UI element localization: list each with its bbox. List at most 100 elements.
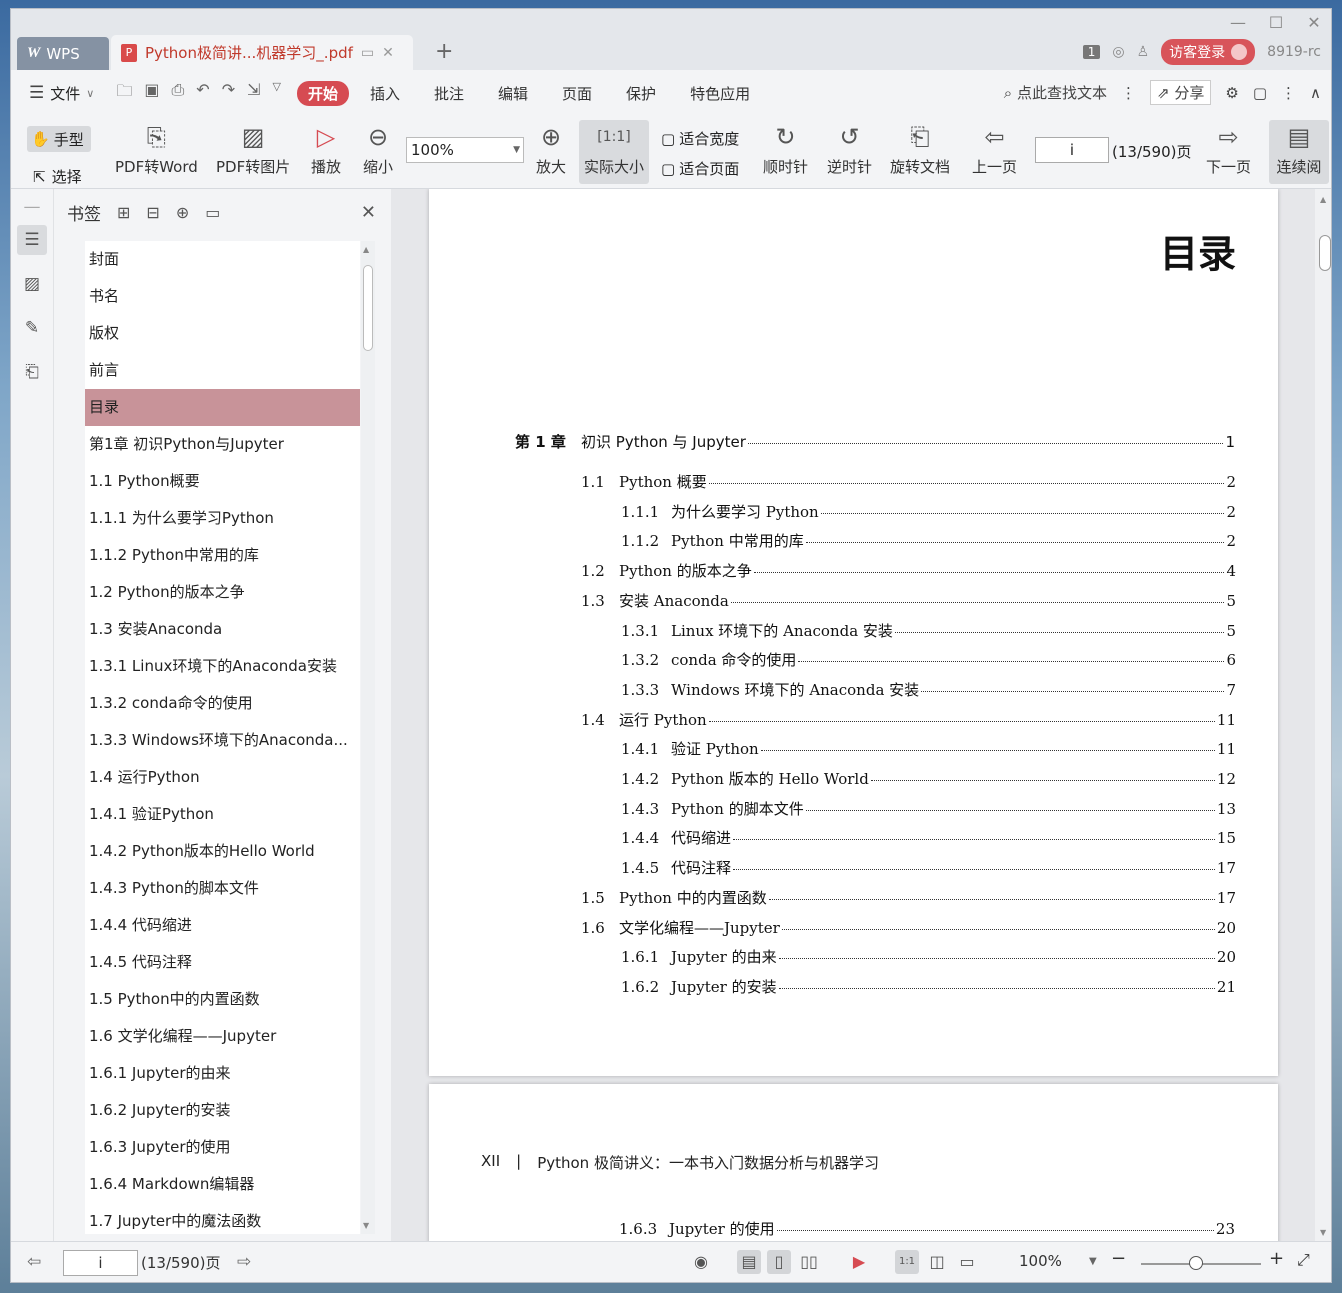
- zoom-plus-icon[interactable]: +: [1269, 1248, 1284, 1269]
- pdf-to-image-button[interactable]: ▨ PDF转图片: [216, 120, 290, 177]
- annotation-pen-icon[interactable]: ✎: [17, 313, 47, 343]
- close-window-icon[interactable]: ✕: [1305, 13, 1323, 32]
- open-folder-icon[interactable]: 🗀: [116, 80, 132, 107]
- two-page-icon[interactable]: ▯▯: [797, 1250, 821, 1274]
- login-button[interactable]: 访客登录: [1161, 39, 1256, 65]
- bookmark-item[interactable]: 1.2 Python的版本之争: [85, 574, 360, 611]
- document-scroll-thumb[interactable]: [1319, 235, 1331, 271]
- bookmark-item[interactable]: 1.7 Jupyter中的魔法函数: [85, 1203, 360, 1234]
- toc-entry[interactable]: 1.6.3 Jupyter 的使用 23: [619, 1218, 1235, 1239]
- toc-entry[interactable]: 1.2 Python 的版本之争 4: [581, 560, 1236, 581]
- rotate-counterclockwise-button[interactable]: ↺ 逆时针: [827, 120, 872, 177]
- toc-entry[interactable]: 1.4 运行 Python 11: [581, 709, 1236, 730]
- fit-width-button[interactable]: ▢ 适合宽度: [661, 128, 739, 149]
- bookmark-item[interactable]: 1.6.2 Jupyter的安装: [85, 1092, 360, 1129]
- more-vertical-icon[interactable]: ⋮: [1121, 84, 1136, 102]
- fit-page-icon[interactable]: ◫: [925, 1250, 949, 1274]
- more-options-icon[interactable]: ⋮: [1281, 84, 1296, 102]
- rotate-clockwise-button[interactable]: ↻ 顺时针: [763, 120, 808, 177]
- new-tab-plus-icon[interactable]: +: [435, 39, 453, 64]
- bookmark-scrollbar[interactable]: ▲ ▼: [361, 241, 375, 1234]
- bookmark-scroll-thumb[interactable]: [363, 265, 373, 351]
- bookmark-item[interactable]: 1.4.5 代码注释: [85, 944, 360, 981]
- bookmark-item[interactable]: 第1章 初识Python与Jupyter: [85, 426, 360, 463]
- toc-entry[interactable]: 1.3.3 Windows 环境下的 Anaconda 安装 7: [621, 679, 1236, 700]
- bookmark-list-icon[interactable]: ☰: [17, 225, 47, 255]
- zoom-slider-knob[interactable]: [1189, 1256, 1203, 1270]
- continuous-view-icon[interactable]: ▤: [737, 1250, 761, 1274]
- actual-size-button[interactable]: [1:1] 实际大小: [579, 120, 649, 184]
- continuous-reading-button[interactable]: ▤ 连续阅: [1269, 120, 1329, 184]
- toc-entry[interactable]: 1.4.1 验证 Python 11: [621, 738, 1236, 759]
- tab-edit[interactable]: 编辑: [485, 81, 541, 106]
- toc-entry[interactable]: 1.6 文学化编程——Jupyter 20: [581, 917, 1236, 938]
- undo-icon[interactable]: ↶: [196, 80, 209, 107]
- print-icon[interactable]: ⎙: [171, 80, 184, 107]
- bookmark-item[interactable]: 1.3.1 Linux环境下的Anaconda安装: [85, 648, 360, 685]
- eye-protection-icon[interactable]: ◉: [689, 1250, 713, 1274]
- bookmark-settings-icon[interactable]: ▭: [205, 203, 220, 222]
- toc-entry[interactable]: 1.6.2 Jupyter 的安装 21: [621, 976, 1236, 997]
- tab-start[interactable]: 开始: [296, 80, 349, 106]
- toc-entry[interactable]: 1.3 安装 Anaconda 5: [581, 590, 1236, 611]
- collapse-all-icon[interactable]: ⊟: [146, 203, 159, 222]
- next-page-button[interactable]: ⇨ 下一页: [1206, 120, 1251, 177]
- toc-chapter-entry[interactable]: 第 1 章 初识 Python 与 Jupyter 1: [515, 431, 1235, 452]
- toc-entry[interactable]: 1.1 Python 概要 2: [581, 471, 1236, 492]
- select-tool-button[interactable]: ⇱ 选择: [33, 166, 82, 187]
- close-panel-icon[interactable]: ✕: [361, 202, 376, 223]
- previous-page-button[interactable]: ⇦ 上一页: [972, 120, 1017, 177]
- hand-tool-button[interactable]: ✋ 手型: [27, 126, 91, 152]
- bookmark-item[interactable]: 1.1.2 Python中常用的库: [85, 537, 360, 574]
- tab-annotate[interactable]: 批注: [421, 81, 477, 106]
- bookmark-item[interactable]: 1.4 运行Python: [85, 759, 360, 796]
- rotate-document-button[interactable]: ⎗ 旋转文档: [890, 120, 950, 177]
- bookmark-item[interactable]: 1.4.3 Python的脚本文件: [85, 870, 360, 907]
- comment-icon[interactable]: ▢: [1253, 84, 1267, 102]
- bookmark-item[interactable]: 前言: [85, 352, 360, 389]
- bookmark-item[interactable]: 1.6 文学化编程——Jupyter: [85, 1018, 360, 1055]
- fit-width-icon[interactable]: ▭: [955, 1250, 979, 1274]
- toc-entry[interactable]: 1.4.2 Python 版本的 Hello World 12: [621, 768, 1236, 789]
- fit-page-button[interactable]: ▢ 适合页面: [661, 158, 739, 179]
- bookmark-item[interactable]: 1.4.2 Python版本的Hello World: [85, 833, 360, 870]
- toc-entry[interactable]: 1.3.1 Linux 环境下的 Anaconda 安装 5: [621, 620, 1236, 641]
- close-tab-icon[interactable]: ✕: [382, 45, 394, 61]
- tab-insert[interactable]: 插入: [357, 81, 413, 106]
- bookmark-item[interactable]: 版权: [85, 315, 360, 352]
- bookmark-item[interactable]: 目录: [85, 389, 360, 426]
- toc-entry[interactable]: 1.4.4 代码缩进 15: [621, 827, 1236, 848]
- bookmark-item[interactable]: 1.4.1 验证Python: [85, 796, 360, 833]
- status-zoom-value[interactable]: 100%: [1019, 1252, 1062, 1270]
- bookmark-item[interactable]: 封面: [85, 241, 360, 278]
- zoom-out-button[interactable]: ⊖ 缩小: [363, 120, 393, 177]
- save-icon[interactable]: ▣: [144, 80, 159, 107]
- status-prev-page-icon[interactable]: ⇦: [27, 1252, 41, 1272]
- monitor-icon[interactable]: ▭: [361, 45, 374, 61]
- status-next-page-icon[interactable]: ⇨: [237, 1252, 251, 1272]
- gear-icon[interactable]: ⚙: [1225, 84, 1238, 102]
- fullscreen-icon[interactable]: ⤢: [1297, 1250, 1310, 1270]
- shirt-icon[interactable]: ♙: [1137, 44, 1150, 60]
- collapse-ribbon-icon[interactable]: ∧: [1310, 84, 1321, 102]
- play-icon[interactable]: ▶: [847, 1250, 871, 1274]
- toc-entry[interactable]: 1.4.5 代码注释 17: [621, 857, 1236, 878]
- bookmark-item[interactable]: 1.4.4 代码缩进: [85, 907, 360, 944]
- export-icon[interactable]: ⇲: [247, 80, 260, 107]
- zoom-slider[interactable]: [1141, 1256, 1261, 1270]
- maximize-icon[interactable]: ☐: [1267, 13, 1285, 32]
- bookmark-item[interactable]: 1.6.4 Markdown编辑器: [85, 1166, 360, 1203]
- more-dropdown-icon[interactable]: ▽: [273, 80, 281, 107]
- tab-page[interactable]: 页面: [549, 81, 605, 106]
- document-tab[interactable]: P Python极简讲...机器学习_.pdf ▭ ✕: [111, 35, 413, 70]
- toc-entry[interactable]: 1.1.1 为什么要学习 Python 2: [621, 501, 1236, 522]
- tab-protect[interactable]: 保护: [613, 81, 669, 106]
- toc-entry[interactable]: 1.6.1 Jupyter 的由来 20: [621, 946, 1236, 967]
- scroll-down-icon[interactable]: ▼: [1320, 1228, 1326, 1237]
- toc-entry[interactable]: 1.5 Python 中的内置函数 17: [581, 887, 1236, 908]
- bookmark-item[interactable]: 1.6.3 Jupyter的使用: [85, 1129, 360, 1166]
- bookmark-item[interactable]: 1.1 Python概要: [85, 463, 360, 500]
- thumbnail-image-icon[interactable]: ▨: [17, 269, 47, 299]
- share-button[interactable]: ⇗ 分享: [1150, 80, 1212, 105]
- zoom-select[interactable]: 100% ▼: [406, 137, 524, 163]
